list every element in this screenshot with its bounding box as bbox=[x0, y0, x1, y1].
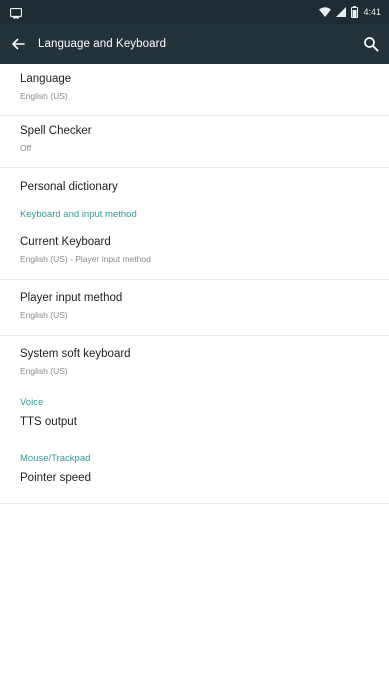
settings-list: Language English (US) Spell Checker Off … bbox=[0, 64, 389, 504]
setting-pointer-speed[interactable]: Pointer speed bbox=[0, 468, 389, 504]
setting-summary: English (US) - Player input method bbox=[20, 254, 151, 264]
status-time: 4:41 bbox=[363, 7, 381, 17]
setting-title: Personal dictionary bbox=[20, 181, 118, 193]
setting-system-soft-keyboard[interactable]: System soft keyboard English (US) bbox=[0, 336, 389, 392]
setting-spell-checker[interactable]: Spell Checker Off bbox=[0, 116, 389, 168]
toolbar: Language and Keyboard bbox=[0, 24, 389, 64]
status-bar: 4:41 bbox=[0, 0, 389, 24]
setting-summary: English (US) bbox=[20, 310, 68, 320]
signal-icon bbox=[336, 7, 347, 17]
setting-summary: Off bbox=[20, 143, 32, 153]
section-header-mouse: Mouse/Trackpad bbox=[20, 453, 91, 464]
notification-icon bbox=[9, 6, 23, 19]
setting-title: Current Keyboard bbox=[20, 236, 111, 248]
search-icon[interactable] bbox=[363, 36, 379, 52]
setting-personal-dictionary[interactable]: Personal dictionary bbox=[0, 168, 389, 204]
setting-language[interactable]: Language English (US) bbox=[0, 64, 389, 116]
setting-title: Spell Checker bbox=[20, 125, 92, 137]
setting-title: TTS output bbox=[20, 416, 77, 428]
setting-summary: English (US) bbox=[20, 91, 68, 101]
setting-title: Player input method bbox=[20, 292, 123, 304]
arrow-back-icon[interactable] bbox=[10, 36, 26, 52]
setting-title: System soft keyboard bbox=[20, 348, 131, 360]
section-header-voice: Voice bbox=[20, 397, 44, 408]
setting-title: Pointer speed bbox=[20, 472, 91, 484]
setting-player-input-method[interactable]: Player input method English (US) bbox=[0, 280, 389, 336]
wifi-icon bbox=[319, 7, 332, 17]
section-header-keyboard: Keyboard and input method bbox=[20, 209, 137, 220]
battery-icon bbox=[351, 6, 359, 18]
setting-summary: English (US) bbox=[20, 366, 68, 376]
setting-current-keyboard[interactable]: Current Keyboard English (US) - Player i… bbox=[0, 224, 389, 280]
page-title: Language and Keyboard bbox=[38, 38, 167, 50]
status-icons: 4:41 bbox=[319, 4, 381, 20]
setting-title: Language bbox=[20, 73, 72, 85]
setting-tts-output[interactable]: TTS output bbox=[0, 412, 389, 448]
